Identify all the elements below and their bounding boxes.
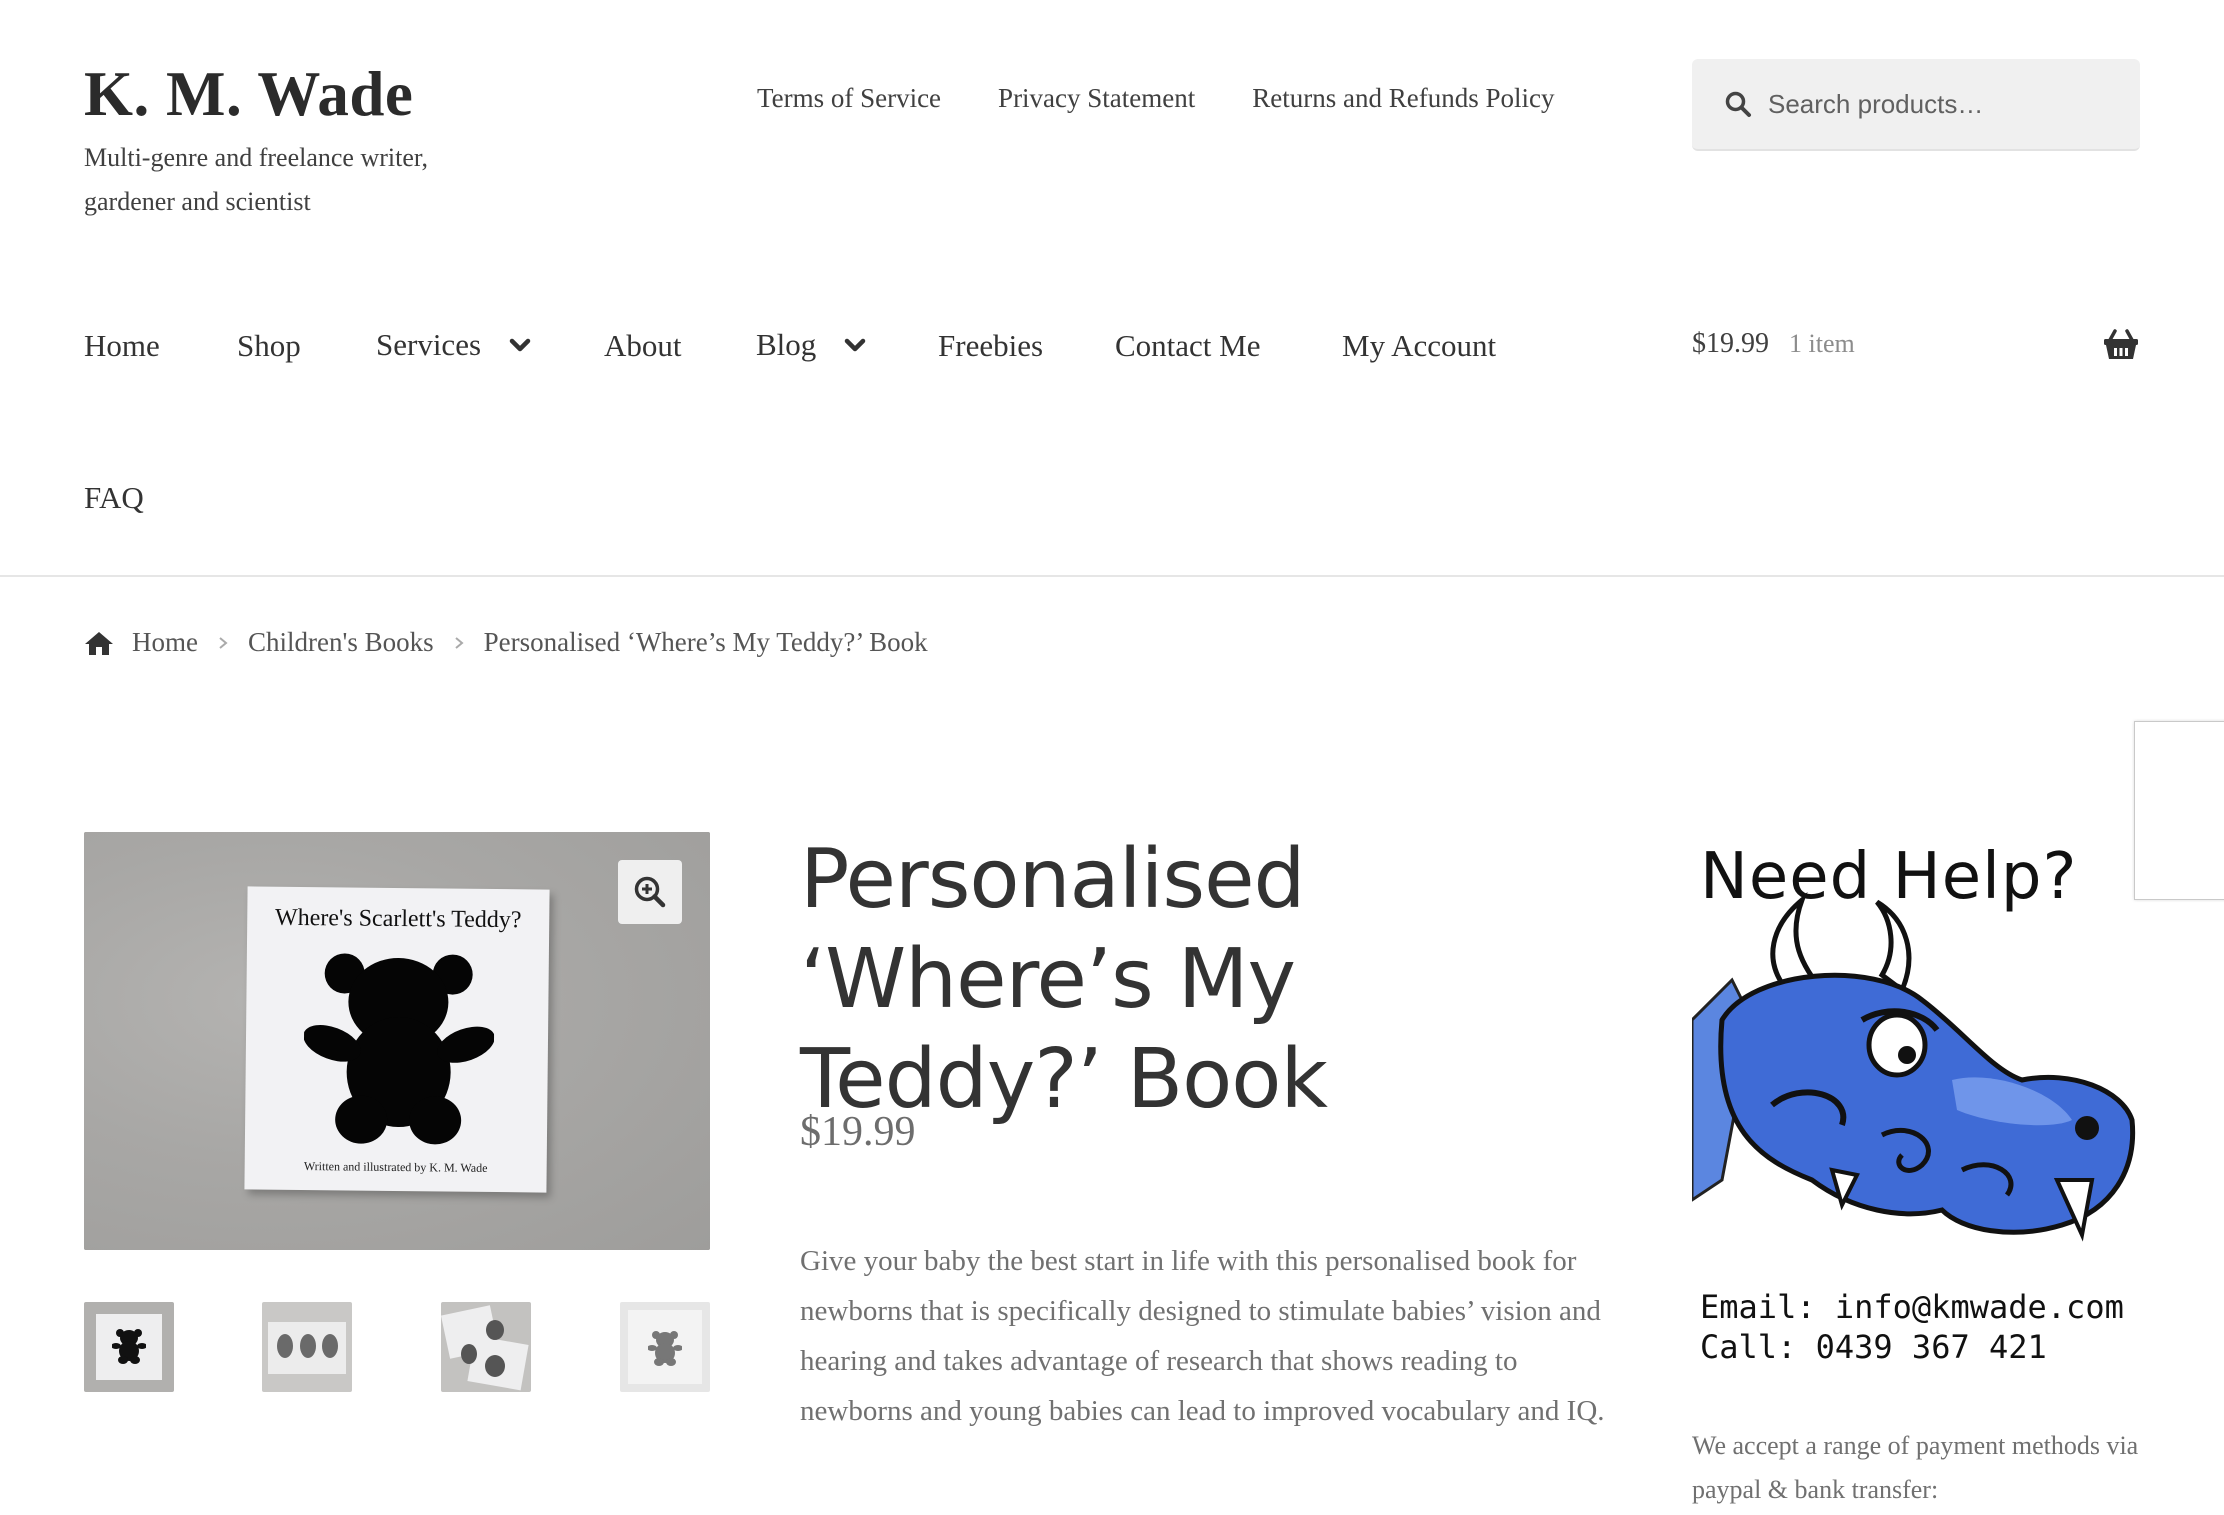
book-cover-title: Where's Scarlett's Teddy? [274,904,522,934]
mini-cart[interactable]: $19.99 1 item [1692,328,1855,360]
home-icon [85,631,113,655]
breadcrumb-category[interactable]: Children's Books [248,627,434,658]
nav-my-account[interactable]: My Account [1342,328,1496,364]
returns-refunds-link[interactable]: Returns and Refunds Policy [1252,83,1554,114]
nav-faq-label: FAQ [84,480,144,515]
help-phone[interactable]: Call: 0439 367 421 [1700,1328,2047,1366]
product-search [1692,59,2140,151]
product-title: Personalised ‘Where’s My Teddy?’ Book [800,832,1328,1127]
site-title[interactable]: K. M. Wade [84,58,413,131]
need-help-widget: Need Help? Email: info@kmwade.com Call: … [1692,840,2140,1380]
nav-contact-label: Contact Me [1115,328,1261,363]
breadcrumb-current: Personalised ‘Where’s My Teddy?’ Book [483,627,928,657]
privacy-statement-link[interactable]: Privacy Statement [998,83,1195,114]
nav-home-label: Home [84,328,160,363]
product-price: $19.99 [800,1109,916,1155]
book-cover-author: Written and illustrated by K. M. Wade [303,1159,488,1175]
cart-total: $19.99 [1692,328,1769,359]
dragon-illustration [1692,892,2136,1242]
nav-freebies-label: Freebies [938,328,1044,363]
nav-shop-label: Shop [237,328,301,363]
search-icon [1725,91,1751,117]
product-thumbnail[interactable] [262,1302,352,1392]
product-thumbnail[interactable] [620,1302,710,1392]
nav-services[interactable]: Services [376,327,531,363]
nav-account-label: My Account [1342,328,1497,363]
terms-of-service-link[interactable]: Terms of Service [757,83,941,114]
book-cover: Where's Scarlett's Teddy? Written and il… [244,886,550,1193]
image-zoom-button[interactable] [618,860,682,924]
header-divider [0,575,2224,577]
site-tagline: Multi-genre and freelance writer, garden… [84,143,429,216]
chevron-right-icon [219,636,228,649]
nav-home[interactable]: Home [84,328,160,364]
payment-methods-text: We accept a range of payment methods via… [1692,1431,2139,1504]
chevron-down-icon[interactable] [509,334,531,356]
nav-services-label: Services [376,327,482,362]
zoom-in-icon [634,876,666,908]
product-description: Give your baby the best start in life wi… [800,1245,1605,1427]
breadcrumb: Home Children's Books Personalised ‘Wher… [84,627,928,658]
cart-count: 1 item [1789,329,1855,358]
nav-freebies[interactable]: Freebies [938,328,1043,364]
nav-blog-label: Blog [756,327,817,362]
nav-faq[interactable]: FAQ [84,480,144,516]
product-thumbnail[interactable] [441,1302,531,1392]
nav-blog[interactable]: Blog [756,327,866,363]
teddy-silhouette [303,953,495,1145]
need-help-heading: Need Help? [1700,840,2078,914]
basket-icon[interactable] [2103,327,2139,361]
breadcrumb-home[interactable]: Home [132,627,198,658]
chevron-right-icon [454,636,464,649]
search-input[interactable] [1768,88,2108,120]
product-thumbnail[interactable] [84,1302,174,1392]
nav-contact[interactable]: Contact Me [1115,328,1261,364]
secondary-nav: Terms of Service Privacy Statement Retur… [757,83,1554,114]
floating-side-tab[interactable] [2134,721,2224,900]
nav-shop[interactable]: Shop [237,328,301,364]
help-email[interactable]: Email: info@kmwade.com [1700,1288,2124,1326]
product-main-image[interactable]: Where's Scarlett's Teddy? Written and il… [84,832,710,1250]
nav-about[interactable]: About [604,328,682,364]
nav-about-label: About [604,328,682,363]
chevron-down-icon[interactable] [844,334,866,356]
